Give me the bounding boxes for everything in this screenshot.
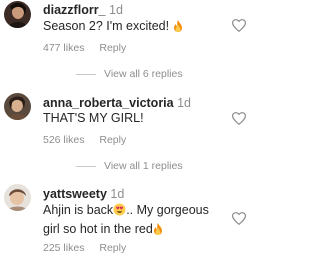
comment-age: 1d [177, 96, 191, 110]
comment-age: 1d [109, 3, 123, 17]
username[interactable]: diazzflorr_ [43, 3, 106, 17]
view-replies-button[interactable]: View all 1 replies [76, 160, 183, 172]
comment-text: THAT'S MY GIRL! [43, 110, 223, 127]
view-replies-label: View all 1 replies [104, 160, 183, 172]
replies-divider [76, 73, 96, 75]
comment-header: anna_roberta_victoria 1d [43, 96, 191, 110]
username[interactable]: anna_roberta_victoria [43, 96, 174, 110]
comment-header: diazzflorr_ 1d [43, 3, 123, 17]
replies-divider [76, 165, 96, 167]
view-replies-button[interactable]: View all 6 replies [76, 68, 183, 80]
heart-icon[interactable] [232, 112, 246, 125]
avatar[interactable] [4, 184, 31, 211]
likes-count[interactable]: 526 likes [43, 134, 84, 146]
avatar[interactable] [4, 1, 31, 28]
comment-header: yattsweety 1d [43, 187, 124, 201]
avatar[interactable] [4, 93, 31, 120]
heart-icon[interactable] [232, 212, 246, 225]
reply-button[interactable]: Reply [99, 242, 126, 254]
view-replies-label: View all 6 replies [104, 68, 183, 80]
comment-text: Season 2? I'm excited! [43, 18, 223, 37]
comment-text-body: Ahjin is back [43, 203, 114, 217]
avatar-photo-icon [4, 184, 31, 211]
heart-eyes-emoji-icon [113, 203, 126, 221]
reply-button[interactable]: Reply [99, 42, 126, 54]
comment-meta: 526 likes Reply [43, 134, 138, 146]
comment-text: Ahjin is back.. My gorgeous girl so hot … [43, 202, 223, 240]
reply-button[interactable]: Reply [99, 134, 126, 146]
fire-emoji-icon [173, 20, 183, 37]
comment-meta: 477 likes Reply [43, 42, 138, 54]
fire-emoji-icon [153, 223, 163, 240]
comment-meta: 225 likes Reply [43, 242, 138, 254]
comment-age: 1d [110, 187, 125, 201]
likes-count[interactable]: 225 likes [43, 242, 84, 254]
username[interactable]: yattsweety [43, 187, 107, 201]
comment-text-body: THAT'S MY GIRL! [43, 111, 144, 125]
likes-count[interactable]: 477 likes [43, 42, 84, 54]
comment-text-body: Season 2? I'm excited! [43, 19, 173, 33]
avatar-photo-icon [4, 1, 31, 28]
heart-icon[interactable] [232, 19, 246, 32]
avatar-photo-icon [4, 93, 31, 120]
